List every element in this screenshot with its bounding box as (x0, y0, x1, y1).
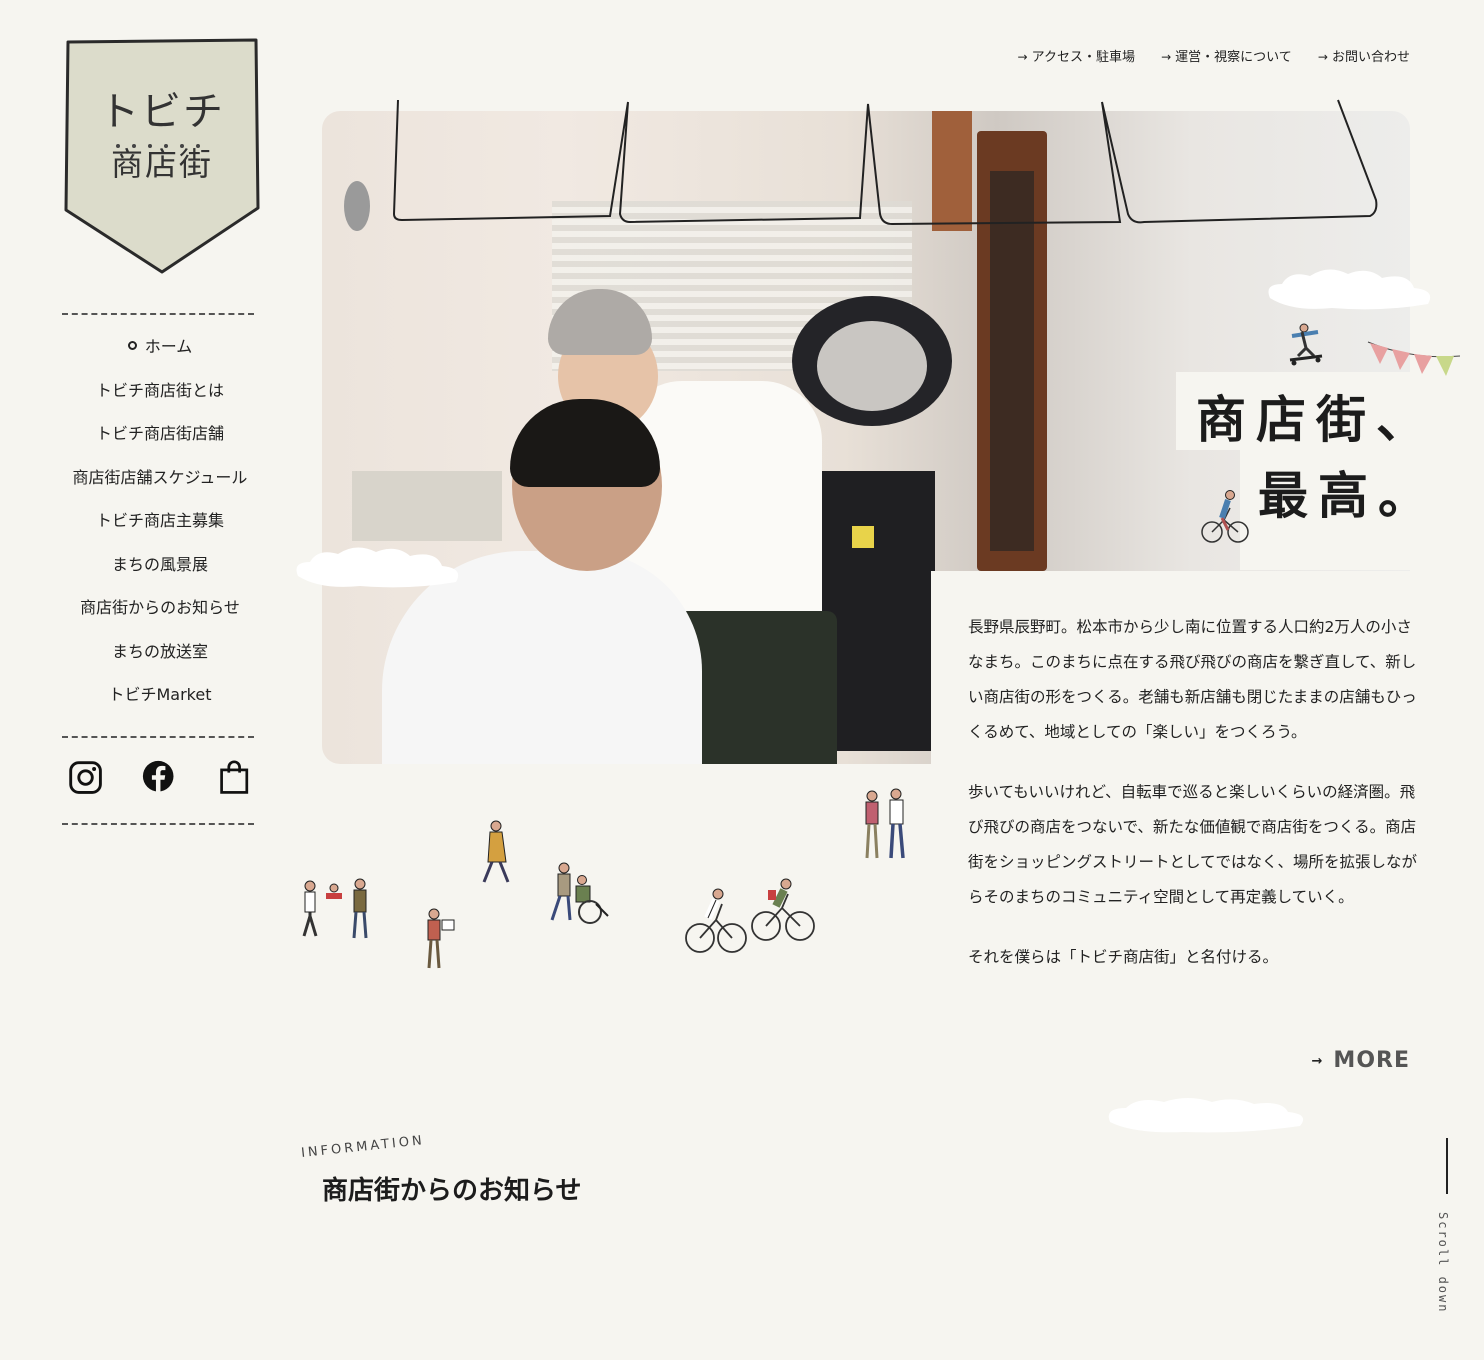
site-logo[interactable]: トビチ 商店街 (62, 38, 262, 276)
top-link-operation[interactable]: → 運営・視察について (1161, 50, 1292, 65)
nav-item-about[interactable]: トビチ商店街とは (40, 369, 280, 413)
arrow-right-icon: → (1311, 1053, 1324, 1069)
scroll-indicator-line (1446, 1138, 1448, 1194)
nav-item-recruit[interactable]: トビチ商店主募集 (40, 499, 280, 543)
intro-copy: 長野県辰野町。松本市から少し南に位置する人口約2万人の小さなまち。このまちに点在… (968, 610, 1418, 1000)
nav-item-broadcast[interactable]: まちの放送室 (40, 630, 280, 674)
arrow-right-icon: → (1017, 50, 1028, 64)
nav-item-news[interactable]: 商店街からのお知らせ (40, 586, 280, 630)
nav-item-market[interactable]: トビチMarket (40, 673, 280, 717)
active-dot-icon (127, 341, 137, 350)
section-label-en: INFORMATION (300, 1133, 426, 1161)
nav-item-shops[interactable]: トビチ商店街店舗 (40, 412, 280, 456)
shopping-bag-icon[interactable] (218, 760, 258, 800)
divider (62, 736, 254, 738)
walker-illustration (482, 820, 510, 883)
cloud-illustration (296, 547, 459, 588)
cloud-illustration (1268, 269, 1431, 310)
bunting-illustration (1367, 341, 1461, 376)
couple-illustration (865, 788, 905, 859)
sidebar-nav: ホーム トビチ商店街とは トビチ商店街店舗 商店街店舗スケジュール トビチ商店主… (40, 325, 280, 717)
intro-paragraph: 歩いてもいいけれど、自転車で巡ると楽しいくらいの経済圏。飛び飛びの商店をつないで… (968, 783, 1418, 906)
logo-subtitle: 商店街 (110, 145, 213, 183)
top-links: → アクセス・駐車場 → 運営・視察について → お問い合わせ (996, 46, 1410, 68)
section-title: 商店街からのお知らせ (322, 1176, 582, 1206)
intro-paragraph: それを僕らは「トビチ商店街」と名付ける。 (968, 948, 1279, 966)
divider (62, 823, 254, 825)
cyclist-illustration (1201, 490, 1249, 543)
logo-title: トビチ (99, 89, 225, 135)
arrow-right-icon: → (1161, 50, 1172, 64)
hero-catch-line2: 最高。 (1258, 467, 1438, 525)
divider (62, 313, 254, 315)
hero-catch-line1: 商店街、 (1196, 391, 1436, 449)
skateboarder-illustration (1289, 323, 1323, 366)
family-illustration (302, 878, 368, 939)
social-links (62, 760, 254, 804)
two-cyclists-illustration (685, 878, 815, 953)
person-with-map-illustration (427, 908, 455, 969)
nav-item-home[interactable]: ホーム (40, 325, 280, 369)
instagram-icon[interactable] (68, 760, 108, 800)
cloud-illustration (1108, 1098, 1304, 1133)
top-link-contact[interactable]: → お問い合わせ (1318, 50, 1410, 65)
scroll-down-label[interactable]: Scroll down (1436, 1212, 1450, 1313)
wheelchair-illustration (550, 862, 609, 924)
top-link-access[interactable]: → アクセス・駐車場 (1018, 50, 1135, 65)
more-link[interactable]: → MORE (1312, 1048, 1410, 1073)
intro-paragraph: 長野県辰野町。松本市から少し南に位置する人口約2万人の小さなまち。このまちに点在… (968, 618, 1417, 741)
facebook-icon[interactable] (142, 760, 182, 800)
awning-illustration (392, 99, 1378, 226)
arrow-right-icon: → (1317, 50, 1328, 64)
nav-item-exhibition[interactable]: まちの風景展 (40, 543, 280, 587)
nav-item-schedule[interactable]: 商店街店舗スケジュール (40, 456, 280, 500)
